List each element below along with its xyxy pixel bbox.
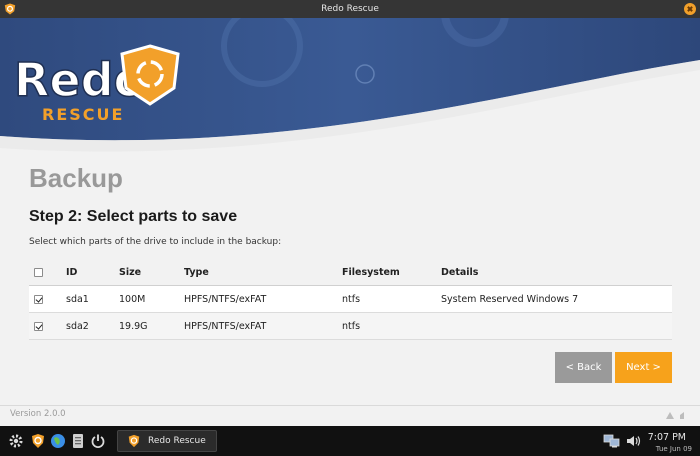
taskbar-window-redo-rescue[interactable]: Redo Rescue [117,430,217,452]
clock-date: Tue Jun 09 [655,445,692,453]
file-manager-icon[interactable] [70,433,86,449]
window-titlebar[interactable]: Redo Rescue [0,0,700,18]
cell-details: System Reserved Windows 7 [441,294,579,305]
row-checkbox[interactable] [34,295,43,304]
column-header-filesystem[interactable]: Filesystem [342,259,400,286]
taskbar: Redo Rescue 7:07 PM Tue Jun 09 [0,426,700,456]
cell-type: HPFS/NTFS/exFAT [184,294,267,305]
logo-word-rescue: RESCUE [42,105,124,124]
column-header-id[interactable]: ID [66,259,77,286]
gear-icon[interactable] [8,433,24,449]
column-header-details[interactable]: Details [441,259,478,286]
footer-divider [0,405,700,406]
cell-size: 100M [119,294,146,305]
cell-type: HPFS/NTFS/exFAT [184,321,267,332]
footer-status-icons [666,412,684,419]
cell-id: sda2 [66,321,89,332]
step-title: Step 2: Select parts to save [29,208,238,225]
power-icon[interactable] [90,433,106,449]
redo-rescue-icon [128,434,140,448]
select-all-checkbox[interactable] [34,268,43,277]
redo-rescue-logo: Redo RESCUE [13,44,180,124]
page-title: Backup [29,163,123,193]
table-row[interactable]: sda2 19.9G HPFS/NTFS/exFAT ntfs [29,313,672,340]
row-checkbox[interactable] [34,322,43,331]
back-button[interactable]: < Back [555,352,612,383]
column-header-size[interactable]: Size [119,259,141,286]
partition-table: ID Size Type Filesystem Details sda1 100… [29,259,672,340]
cell-id: sda1 [66,294,89,305]
app-window: Redo RESCUE Backup Step 2: Select parts … [0,18,700,426]
cell-filesystem: ntfs [342,294,361,305]
redo-rescue-app-icon [4,3,16,15]
version-label: Version 2.0.0 [10,409,66,419]
taskbar-window-label: Redo Rescue [148,436,206,446]
cell-filesystem: ntfs [342,321,361,332]
close-window-button[interactable] [684,3,696,15]
redo-rescue-icon[interactable] [30,433,46,449]
column-header-type[interactable]: Type [184,259,209,286]
volume-icon[interactable] [625,433,643,449]
browser-icon[interactable] [50,433,66,449]
cell-size: 19.9G [119,321,148,332]
window-title: Redo Rescue [321,4,379,14]
next-button[interactable]: Next > [615,352,672,383]
table-header-row: ID Size Type Filesystem Details [29,259,672,286]
table-row[interactable]: sda1 100M HPFS/NTFS/exFAT ntfs System Re… [29,286,672,313]
clock-time[interactable]: 7:07 PM [648,432,686,443]
network-icon[interactable] [603,433,621,449]
instructions-text: Select which parts of the drive to inclu… [29,237,282,247]
